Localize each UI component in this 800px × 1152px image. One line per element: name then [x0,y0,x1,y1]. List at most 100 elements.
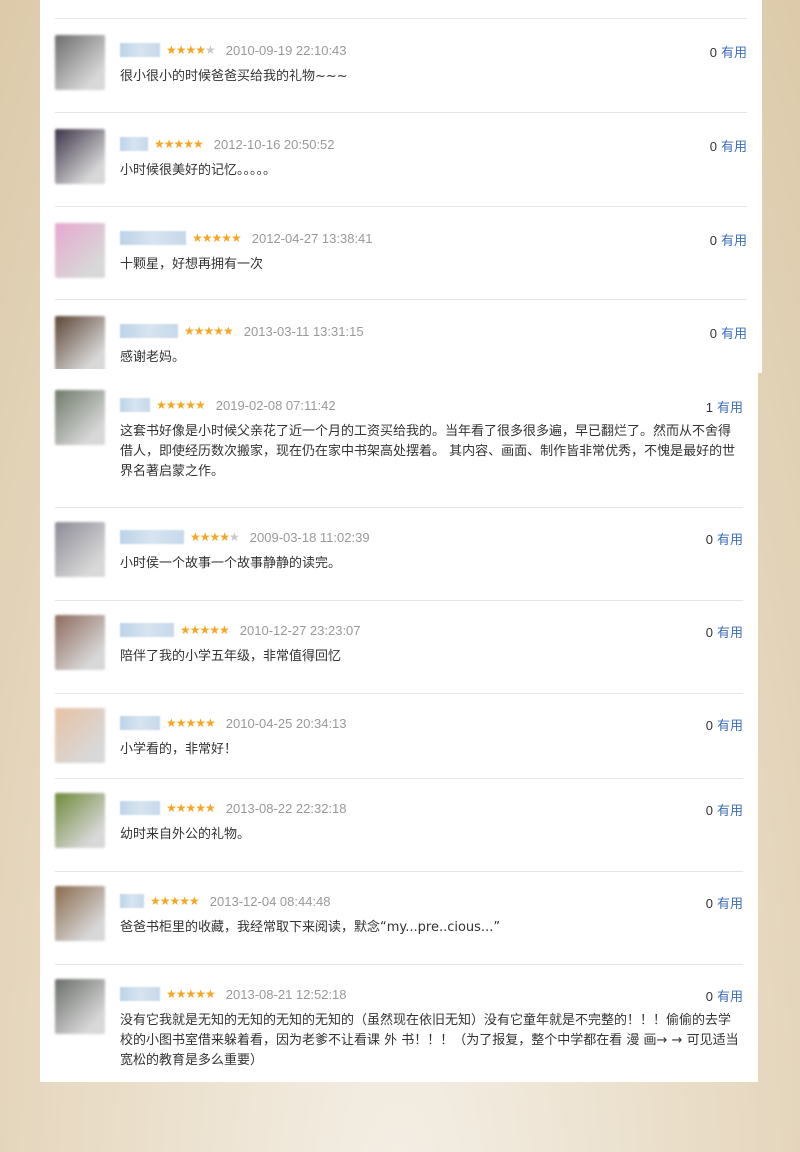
review-text: 十颗星，好想再拥有一次 [120,257,264,272]
review-text: 很小很小的时候爸爸买给我的礼物~~~ [120,69,348,84]
useful-button[interactable]: 有用 [721,233,747,248]
review-item: ★★★★★ 2013-03-11 13:31:15 0 有用感谢老妈。 [55,299,747,373]
review-text: 这套书好像是小时候父亲花了近一个月的工资买给我的。当年看了很多很多遍，早已翻烂了… [120,424,736,479]
username-blurred[interactable] [120,324,178,338]
review-date: 2019-02-08 07:11:42 [215,397,336,413]
useful-button[interactable]: 有用 [717,989,743,1004]
useful-vote: 0 有用 [706,986,743,1005]
review-text: 小时侯一个故事一个故事静静的读完。 [120,556,342,571]
rating-stars: ★★★★★ [192,231,242,245]
review-meta: ★★★★★ 2012-04-27 13:38:41 [120,229,373,247]
review-item: ★★★★★ 2019-02-08 07:11:42 1 有用这套书好像是小时候父亲花了… [55,369,743,507]
username-blurred[interactable] [120,398,150,412]
review-item: ★★★★★ 2009-03-18 11:02:39 0 有用小时侯一个故事一个故事静静… [55,507,743,600]
avatar[interactable] [55,316,105,371]
review-text: 小学看的，非常好！ [120,742,238,757]
review-text: 陪伴了我的小学五年级，非常值得回忆 [120,649,342,664]
review-date: 2010-04-25 20:34:13 [225,715,347,731]
username-blurred[interactable] [120,137,148,151]
review-item: ★★★★★ 2010-12-27 23:23:07 0 有用陪伴了我的小学五年级，非常… [55,600,743,693]
username-blurred[interactable] [120,716,160,730]
review-item: ★★★★★ 2012-10-16 20:50:52 0 有用 小时候很美好的记忆。。。。… [55,112,747,206]
avatar[interactable] [55,390,105,445]
useful-button[interactable]: 有用 [717,532,743,547]
avatar[interactable] [55,129,105,184]
username-blurred[interactable] [120,231,186,245]
useful-count: 0 [705,718,713,733]
review-meta: ★★★★★ 2019-02-08 07:11:42 [120,396,336,414]
useful-count: 0 [705,989,713,1004]
avatar[interactable] [55,708,105,763]
avatar[interactable] [55,522,105,577]
avatar[interactable] [55,979,105,1034]
avatar[interactable] [55,35,105,90]
rating-stars: ★★★★★ [156,398,206,412]
review-date: 2013-08-21 12:52:18 [225,986,347,1002]
username-blurred[interactable] [120,801,160,815]
useful-count: 1 [705,400,713,415]
username-blurred[interactable] [120,623,174,637]
useful-vote: 0 有用 [706,893,743,912]
useful-button[interactable]: 有用 [717,625,743,640]
review-text: 没有它我就是无知的无知的无知的无知的（虽然现在依旧无知）没有它童年就是不完整的！… [120,1013,739,1068]
review-text: 感谢老妈。 [120,350,186,365]
review-meta: ★★★★★ 2010-04-25 20:34:13 [120,714,347,732]
rating-stars: ★★★★★ [166,987,216,1001]
useful-count: 0 [709,45,717,60]
useful-vote: 0 有用 [706,800,743,819]
review-text: 幼时来自外公的礼物。 [120,827,251,842]
review-meta: ★★★★★ 2013-12-04 08:44:48 [120,892,331,910]
useful-button[interactable]: 有用 [721,45,747,60]
avatar[interactable] [55,615,105,670]
username-blurred[interactable] [120,894,144,908]
username-blurred[interactable] [120,43,160,57]
useful-button[interactable]: 有用 [717,803,743,818]
useful-vote: 0 有用 [710,323,747,342]
rating-stars: ★★★★★ [184,324,234,338]
useful-vote: 1 有用 [706,397,743,416]
rating-stars: ★★★★★ [150,894,200,908]
rating-stars: ★★★★★ [180,623,230,637]
useful-button[interactable]: 有用 [717,896,743,911]
review-date: 2010-09-19 22:10:43 [225,42,347,58]
useful-count: 0 [709,326,717,341]
review-date: 2012-04-27 13:38:41 [251,230,373,246]
review-item: ★★★★★ 2010-09-19 22:10:43 0 有用很小很小的时候爸爸买给我的… [55,18,747,112]
review-item: ★★★★★ 2010-04-25 20:34:13 0 有用小学看的，非常好！ [55,693,743,778]
review-item: ★★★★★ 2012-04-27 13:38:41 0 有用十颗星，好想再拥有一次 [55,206,747,299]
rating-stars: ★★★★★ [190,530,240,544]
review-meta: ★★★★★ 2013-08-22 22:32:18 [120,799,347,817]
review-date: 2010-12-27 23:23:07 [239,622,361,638]
review-meta: ★★★★★ 2013-08-21 12:52:18 [120,985,347,1003]
review-item: ★★★★★ 2013-08-21 12:52:18 0 有用没有它我就是无知的无知的无… [55,964,743,1082]
username-blurred[interactable] [120,530,184,544]
useful-count: 0 [705,803,713,818]
review-meta: ★★★★★ 2010-09-19 22:10:43 [120,41,347,59]
useful-count: 0 [705,896,713,911]
rating-stars: ★★★★★ [166,43,216,57]
review-meta: ★★★★★ 2013-03-11 13:31:15 [120,322,364,340]
useful-button[interactable]: 有用 [721,326,747,341]
useful-button[interactable]: 有用 [721,139,747,154]
rating-stars: ★★★★★ [154,137,204,151]
useful-count: 0 [705,532,713,547]
review-date: 2013-12-04 08:44:48 [209,893,331,909]
review-text: 小时候很美好的记忆。。。。。 [120,163,277,178]
review-date: 2013-03-11 13:31:15 [243,323,364,339]
review-panel-top: ★★★★★ 2010-09-19 22:10:43 0 有用 很小很小的时候爸爸买给我的… [40,0,762,373]
review-item: ★★★★★ 2013-12-04 08:44:48 0 有用 爸爸书柜里的收藏，我经常取… [55,871,743,964]
useful-vote: 0 有用 [710,230,747,249]
review-date: 2009-03-18 11:02:39 [249,529,370,545]
useful-button[interactable]: 有用 [717,400,743,415]
useful-vote: 0 有用 [710,136,747,155]
rating-stars: ★★★★★ [166,716,216,730]
useful-vote: 0 有用 [706,715,743,734]
avatar[interactable] [55,793,105,848]
useful-vote: 0 有用 [706,622,743,641]
useful-count: 0 [709,233,717,248]
username-blurred[interactable] [120,987,160,1001]
useful-vote: 0 有用 [710,42,747,61]
useful-button[interactable]: 有用 [717,718,743,733]
avatar[interactable] [55,223,105,278]
avatar[interactable] [55,886,105,941]
